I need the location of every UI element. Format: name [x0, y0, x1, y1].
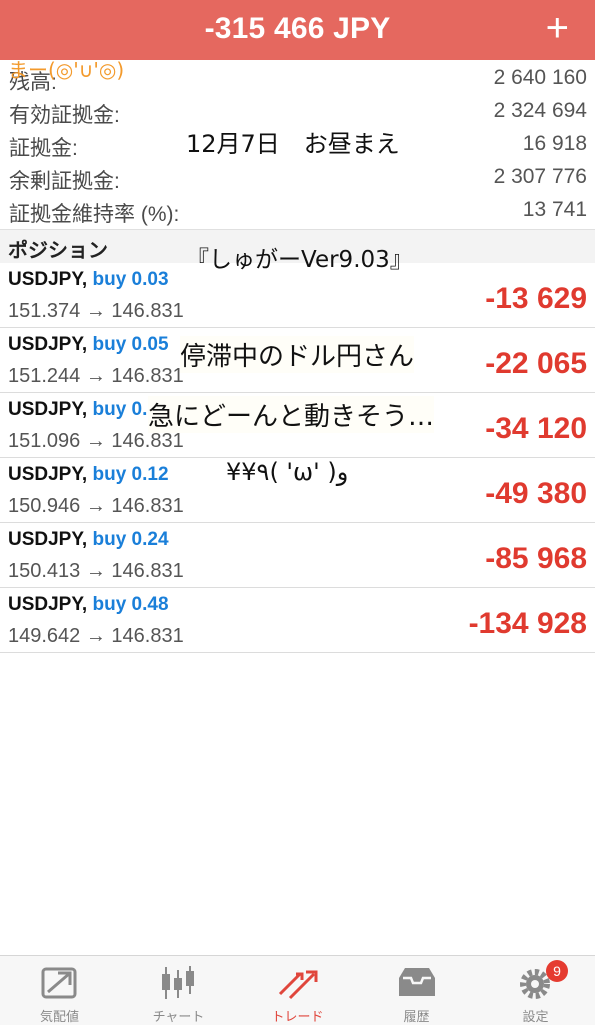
arrow-icon: → — [85, 495, 106, 517]
arrow-icon: → — [85, 560, 106, 582]
open-price: 150.946 — [8, 495, 81, 517]
position-profit: -22 065 — [485, 347, 587, 380]
position-symbol: USDJPY, — [8, 529, 88, 550]
position-row[interactable]: USDJPY, buy 0.48 149.642 → 146.831 -134 … — [0, 588, 595, 653]
arrow-icon: → — [85, 430, 106, 452]
tab-label: 履歴 — [403, 1009, 430, 1024]
open-price: 150.413 — [8, 560, 81, 582]
summary-row-free-margin: 余剰証拠金: 2 307 776 — [0, 161, 595, 194]
summary-value: 13 741 — [522, 198, 587, 221]
position-symbol: USDJPY, — [8, 399, 88, 420]
current-price: 146.831 — [111, 430, 184, 452]
current-price: 146.831 — [111, 300, 184, 322]
settings-icon — [520, 969, 550, 999]
chart-icon — [162, 966, 194, 999]
tab-label: 設定 — [522, 1009, 549, 1024]
add-order-button[interactable]: + — [546, 6, 569, 50]
position-side: buy 0.24 — [92, 529, 169, 550]
position-row[interactable]: USDJPY, buy 0.24 150.413 → 146.831 -85 9… — [0, 523, 595, 588]
tab-quotes[interactable]: 気配値 — [0, 956, 119, 1025]
position-symbol: USDJPY, — [8, 594, 88, 615]
tab-label: 気配値 — [39, 1009, 79, 1024]
position-symbol: USDJPY, — [8, 334, 88, 355]
tab-label: チャート — [152, 1009, 205, 1024]
open-price: 151.096 — [8, 430, 81, 452]
tab-trade[interactable]: トレード — [238, 956, 357, 1025]
handwritten-note: 急にどーんと動きそう… — [148, 396, 435, 433]
handwritten-note: 停滞中のドル円さん — [180, 336, 415, 373]
position-side: buy 0.48 — [92, 594, 169, 615]
summary-value: 2 307 776 — [493, 165, 587, 188]
positions-heading: ポジション — [8, 240, 108, 262]
current-price: 146.831 — [111, 365, 184, 387]
arrow-icon: → — [85, 300, 106, 322]
notification-badge: 9 — [546, 960, 568, 982]
arrow-icon: → — [85, 625, 106, 647]
header-bar: -315 466 JPY + — [0, 0, 595, 60]
current-price: 146.831 — [111, 625, 184, 647]
total-profit-title: -315 466 JPY — [204, 12, 391, 45]
position-profit: -134 928 — [468, 607, 587, 640]
position-profit: -13 629 — [485, 282, 587, 315]
summary-label: 有効証拠金: — [9, 104, 120, 127]
tab-history[interactable]: 履歴 — [357, 956, 476, 1025]
quotes-icon — [41, 967, 77, 999]
position-symbol: USDJPY, — [8, 269, 88, 290]
trade-icon — [278, 970, 318, 1000]
summary-value: 16 918 — [522, 132, 587, 155]
bottom-tab-bar: 気配値 チャート トレード 履歴 設定 9 — [0, 955, 595, 1025]
position-profit: -34 120 — [485, 412, 587, 445]
summary-label: 証拠金: — [9, 137, 78, 160]
handwritten-face: まー(◎'∪'◎) — [8, 58, 125, 82]
position-profit: -49 380 — [485, 477, 587, 510]
tab-label: トレード — [271, 1009, 324, 1024]
summary-label: 余剰証拠金: — [9, 170, 120, 193]
summary-label: 証拠金維持率 (%): — [9, 203, 180, 226]
summary-value: 2 324 694 — [493, 99, 587, 122]
open-price: 149.642 — [8, 625, 81, 647]
tab-chart[interactable]: チャート — [119, 956, 238, 1025]
open-price: 151.374 — [8, 300, 81, 322]
open-price: 151.244 — [8, 365, 81, 387]
handwritten-date: 12月7日 お昼まえ — [186, 130, 400, 158]
summary-row-margin-level: 証拠金維持率 (%): 13 741 — [0, 194, 595, 227]
handwritten-note: ¥¥٩( 'ω' )و — [226, 458, 349, 486]
position-side: buy 0.03 — [92, 269, 169, 290]
current-price: 146.831 — [111, 560, 184, 582]
position-side: buy 0.12 — [92, 464, 169, 485]
position-symbol: USDJPY, — [8, 464, 88, 485]
handwritten-tool: 『しゅがーVer9.03』 — [186, 247, 413, 273]
summary-value: 2 640 160 — [493, 66, 587, 89]
arrow-icon: → — [85, 365, 106, 387]
tab-settings[interactable]: 設定 9 — [476, 956, 595, 1025]
history-icon — [399, 968, 435, 996]
position-side: buy 0.05 — [92, 334, 169, 355]
position-profit: -85 968 — [485, 542, 587, 575]
current-price: 146.831 — [111, 495, 184, 517]
